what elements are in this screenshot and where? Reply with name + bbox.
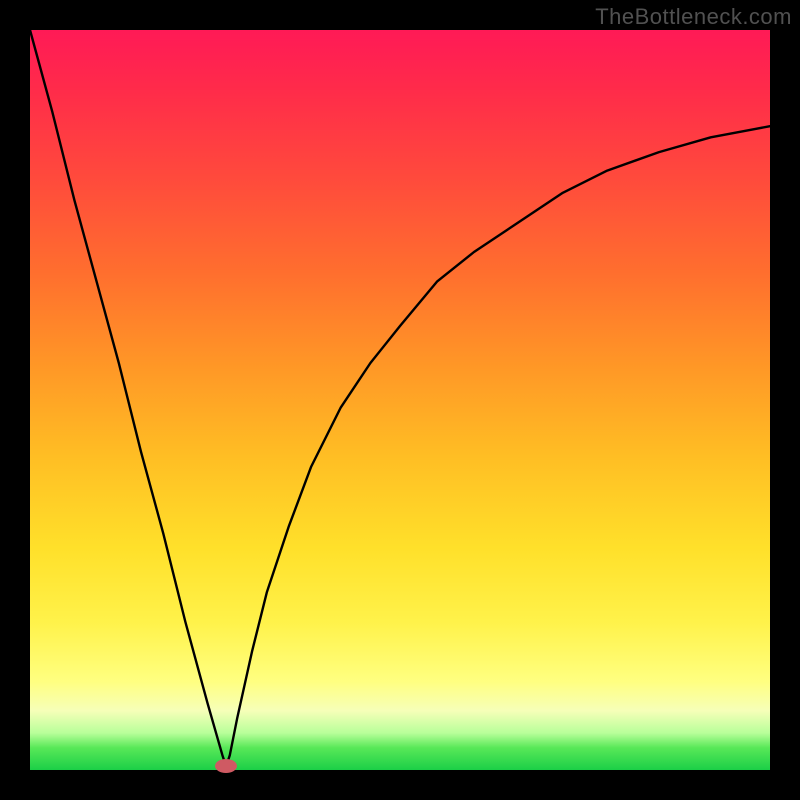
minimum-marker: [215, 759, 237, 773]
watermark-text: TheBottleneck.com: [595, 4, 792, 30]
plot-area: [30, 30, 770, 770]
bottleneck-curve: [30, 30, 770, 770]
chart-frame: TheBottleneck.com: [0, 0, 800, 800]
